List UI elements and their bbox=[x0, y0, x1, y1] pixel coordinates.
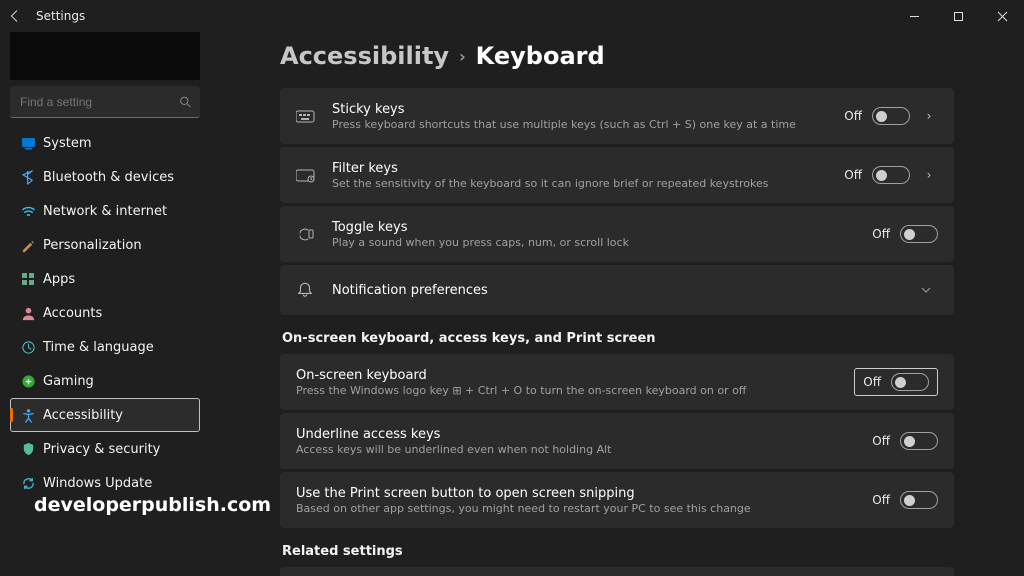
toggle-state: Off bbox=[844, 109, 862, 123]
breadcrumb-current: Keyboard bbox=[476, 42, 605, 70]
network-icon bbox=[21, 204, 43, 219]
accounts-icon bbox=[21, 306, 43, 321]
section-title-osk: On-screen keyboard, access keys, and Pri… bbox=[282, 331, 954, 346]
card-title: Sticky keys bbox=[332, 102, 844, 117]
card-desc: Press keyboard shortcuts that use multip… bbox=[332, 118, 844, 131]
maximize-button[interactable] bbox=[936, 0, 980, 32]
sidebar-item-gaming[interactable]: Gaming bbox=[10, 364, 200, 398]
sidebar-item-label: Accessibility bbox=[43, 408, 123, 423]
accessibility-icon bbox=[21, 408, 43, 423]
card-title: Underline access keys bbox=[296, 427, 872, 442]
user-block bbox=[10, 32, 200, 80]
sticky-keys-toggle[interactable] bbox=[872, 107, 910, 125]
card-onscreen-keyboard[interactable]: On-screen keyboard Press the Windows log… bbox=[280, 354, 954, 410]
sidebar-item-personalization[interactable]: Personalization bbox=[10, 228, 200, 262]
sidebar-item-label: Privacy & security bbox=[43, 442, 160, 457]
toggle-keys-icon bbox=[296, 226, 332, 242]
watermark: developerpublish.com bbox=[34, 494, 271, 516]
card-sticky-keys[interactable]: Sticky keys Press keyboard shortcuts tha… bbox=[280, 88, 954, 144]
search-box[interactable] bbox=[10, 86, 200, 118]
card-title: Notification preferences bbox=[332, 283, 910, 298]
sidebar-item-label: Accounts bbox=[43, 306, 102, 321]
breadcrumb: Accessibility › Keyboard bbox=[280, 42, 954, 70]
gaming-icon bbox=[21, 374, 43, 389]
toggle-state: Off bbox=[872, 434, 890, 448]
card-title: On-screen keyboard bbox=[296, 368, 854, 383]
bell-icon bbox=[296, 281, 332, 299]
titlebar: Settings bbox=[0, 0, 1024, 32]
chevron-right-icon: › bbox=[920, 168, 938, 182]
search-input[interactable] bbox=[10, 86, 200, 117]
card-filter-keys[interactable]: Filter keys Set the sensitivity of the k… bbox=[280, 147, 954, 203]
breadcrumb-parent[interactable]: Accessibility bbox=[280, 42, 449, 70]
card-title: Filter keys bbox=[332, 161, 844, 176]
card-toggle-keys[interactable]: Toggle keys Play a sound when you press … bbox=[280, 206, 954, 262]
sidebar-item-apps[interactable]: Apps bbox=[10, 262, 200, 296]
search-icon bbox=[179, 95, 192, 108]
chevron-right-icon: › bbox=[920, 109, 938, 123]
sidebar-item-label: System bbox=[43, 136, 91, 151]
sidebar-item-label: Network & internet bbox=[43, 204, 167, 219]
card-desc: Access keys will be underlined even when… bbox=[296, 443, 872, 456]
update-icon bbox=[21, 476, 43, 491]
personalization-icon bbox=[21, 238, 43, 253]
toggle-state: Off bbox=[872, 227, 890, 241]
sidebar-item-accounts[interactable]: Accounts bbox=[10, 296, 200, 330]
sidebar-item-label: Personalization bbox=[43, 238, 142, 253]
card-print-screen[interactable]: Use the Print screen button to open scre… bbox=[280, 472, 954, 528]
privacy-icon bbox=[21, 442, 43, 457]
sidebar-item-accessibility[interactable]: Accessibility bbox=[10, 398, 200, 432]
section-title-related: Related settings bbox=[282, 544, 954, 559]
chevron-down-icon bbox=[920, 284, 938, 296]
window-controls bbox=[892, 0, 1024, 32]
system-icon bbox=[21, 136, 43, 151]
underline-toggle[interactable] bbox=[900, 432, 938, 450]
chevron-right-icon: › bbox=[459, 47, 466, 66]
sidebar-item-label: Bluetooth & devices bbox=[43, 170, 174, 185]
card-notification-preferences[interactable]: Notification preferences bbox=[280, 265, 954, 315]
osk-toggle[interactable] bbox=[891, 373, 929, 391]
card-title: Toggle keys bbox=[332, 220, 872, 235]
sticky-keys-icon bbox=[296, 108, 332, 124]
filter-keys-icon bbox=[296, 167, 332, 183]
sidebar-item-label: Apps bbox=[43, 272, 75, 287]
toggle-state: Off bbox=[863, 375, 881, 389]
card-desc: Based on other app settings, you might n… bbox=[296, 502, 872, 515]
card-desc: Play a sound when you press caps, num, o… bbox=[332, 236, 872, 249]
prtsc-toggle[interactable] bbox=[900, 491, 938, 509]
bluetooth-icon bbox=[21, 170, 43, 185]
main-content: Accessibility › Keyboard Sticky keys Pre… bbox=[210, 32, 1024, 576]
filter-keys-toggle[interactable] bbox=[872, 166, 910, 184]
toggle-keys-toggle[interactable] bbox=[900, 225, 938, 243]
sidebar-item-bluetooth[interactable]: Bluetooth & devices bbox=[10, 160, 200, 194]
card-underline-access-keys[interactable]: Underline access keys Access keys will b… bbox=[280, 413, 954, 469]
sidebar-item-system[interactable]: System bbox=[10, 126, 200, 160]
card-typing[interactable]: Typing Spellcheck, autocorrect, text sug… bbox=[280, 567, 954, 576]
card-desc: Press the Windows logo key ⊞ + Ctrl + O … bbox=[296, 384, 854, 397]
sidebar-item-label: Windows Update bbox=[43, 476, 152, 491]
sidebar-item-time[interactable]: Time & language bbox=[10, 330, 200, 364]
sidebar-item-label: Time & language bbox=[43, 340, 154, 355]
sidebar-item-network[interactable]: Network & internet bbox=[10, 194, 200, 228]
toggle-state: Off bbox=[872, 493, 890, 507]
card-desc: Set the sensitivity of the keyboard so i… bbox=[332, 177, 844, 190]
card-title: Use the Print screen button to open scre… bbox=[296, 486, 872, 501]
minimize-button[interactable] bbox=[892, 0, 936, 32]
sidebar-item-label: Gaming bbox=[43, 374, 94, 389]
apps-icon bbox=[21, 272, 43, 287]
sidebar-item-privacy[interactable]: Privacy & security bbox=[10, 432, 200, 466]
time-icon bbox=[21, 340, 43, 355]
close-button[interactable] bbox=[980, 0, 1024, 32]
back-button[interactable] bbox=[8, 9, 36, 23]
window-title: Settings bbox=[36, 9, 85, 23]
toggle-state: Off bbox=[844, 168, 862, 182]
